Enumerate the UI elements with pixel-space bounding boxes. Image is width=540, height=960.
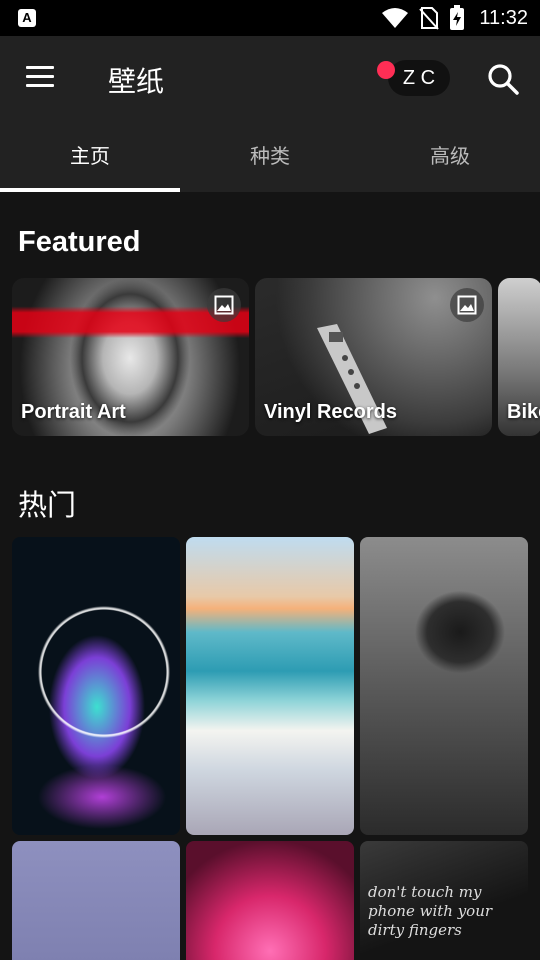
- featured-card-portrait-art[interactable]: Portrait Art: [12, 278, 249, 436]
- status-bar: A 11:32: [0, 0, 540, 36]
- featured-card-label: Bike: [507, 401, 540, 423]
- app-bar: 壁纸 Z C: [0, 36, 540, 122]
- search-icon[interactable]: [486, 62, 520, 96]
- featured-row: Portrait Art Vinyl Records Bike: [12, 278, 540, 436]
- featured-card-label: Portrait Art: [21, 401, 126, 423]
- featured-card-vinyl-records[interactable]: Vinyl Records: [255, 278, 492, 436]
- wallpaper-tile-beach[interactable]: [186, 537, 354, 835]
- wallpaper-quote-text: don't touch my phone with your dirty fin…: [368, 883, 493, 939]
- image-icon: [450, 288, 484, 322]
- app-notification-icon: A: [18, 9, 36, 27]
- zc-label: Z C: [402, 66, 436, 89]
- wallpaper-tile-rose[interactable]: [360, 537, 528, 835]
- menu-icon[interactable]: [26, 66, 56, 90]
- tab-bar: 主页 种类 高级: [0, 122, 540, 192]
- zc-button[interactable]: Z C: [388, 60, 450, 96]
- image-icon: [207, 288, 241, 322]
- tab-home[interactable]: 主页: [0, 122, 180, 192]
- wallpaper-tile-wolf[interactable]: [12, 537, 180, 835]
- hot-grid: don't touch my phone with your dirty fin…: [12, 537, 530, 960]
- tab-premium[interactable]: 高级: [360, 122, 540, 192]
- battery-charging-icon: [450, 5, 465, 30]
- wallpaper-tile-pink[interactable]: [186, 841, 354, 960]
- wifi-icon: [382, 8, 409, 28]
- notification-dot: [377, 61, 395, 79]
- no-sim-icon: [419, 7, 440, 30]
- wallpaper-tile-quote[interactable]: don't touch my phone with your dirty fin…: [360, 841, 528, 960]
- status-icons: 11:32: [381, 0, 528, 36]
- featured-card-label: Vinyl Records: [264, 401, 398, 423]
- featured-title: Featured: [18, 226, 141, 258]
- clock: 11:32: [479, 6, 528, 29]
- page-title: 壁纸: [108, 65, 165, 98]
- hot-title: 热门: [18, 488, 77, 522]
- tab-categories[interactable]: 种类: [180, 122, 360, 192]
- featured-card-bike[interactable]: Bike: [498, 278, 540, 436]
- wallpaper-tile-lavender[interactable]: [12, 841, 180, 960]
